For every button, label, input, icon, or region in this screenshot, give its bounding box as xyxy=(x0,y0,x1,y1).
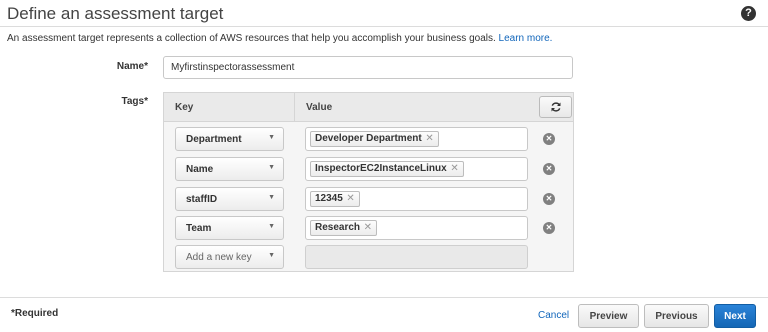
value-input-team[interactable]: Research ✕ xyxy=(305,216,528,240)
description: An assessment target represents a collec… xyxy=(7,33,552,44)
value-tag-label: Developer Department xyxy=(315,133,422,144)
remove-circle-icon[interactable]: ✕ xyxy=(543,163,555,175)
value-tag-label: InspectorEC2InstanceLinux xyxy=(315,163,447,174)
value-tag-chip: Developer Department ✕ xyxy=(310,131,439,147)
tags-table-header: Key Value xyxy=(164,93,573,122)
key-select-label: Name xyxy=(186,164,214,175)
key-select-name[interactable]: Name ▼ xyxy=(175,157,284,181)
remove-circle-icon[interactable]: ✕ xyxy=(543,133,555,145)
required-note: *Required xyxy=(11,308,59,319)
learn-more-link[interactable]: Learn more. xyxy=(499,33,553,44)
caret-down-icon: ▼ xyxy=(268,194,275,201)
caret-down-icon: ▼ xyxy=(268,134,275,141)
caret-down-icon: ▼ xyxy=(268,252,275,259)
refresh-icon xyxy=(551,102,560,112)
value-column-header: Value xyxy=(306,102,333,113)
value-tag-label: 12345 xyxy=(315,193,343,204)
caret-down-icon: ▼ xyxy=(268,223,275,230)
x-icon[interactable]: ✕ xyxy=(346,192,354,206)
help-icon[interactable]: ? xyxy=(741,6,756,21)
remove-circle-icon[interactable]: ✕ xyxy=(543,193,555,205)
new-value-input xyxy=(305,245,528,269)
cancel-link[interactable]: Cancel xyxy=(538,310,569,321)
value-tag-chip: InspectorEC2InstanceLinux ✕ xyxy=(310,161,464,177)
remove-circle-icon[interactable]: ✕ xyxy=(543,222,555,234)
value-input-department[interactable]: Developer Department ✕ xyxy=(305,127,528,151)
refresh-button[interactable] xyxy=(539,96,572,118)
key-select-label: Department xyxy=(186,134,242,145)
key-select-label: Team xyxy=(186,223,212,234)
next-button[interactable]: Next xyxy=(714,304,756,328)
name-label: Name* xyxy=(116,61,148,72)
value-tag-chip: 12345 ✕ xyxy=(310,191,360,207)
previous-button[interactable]: Previous xyxy=(644,304,709,328)
value-tag-chip: Research ✕ xyxy=(310,220,378,236)
footer-divider xyxy=(0,297,768,298)
x-icon[interactable]: ✕ xyxy=(425,132,433,146)
value-tag-label: Research xyxy=(315,222,361,233)
description-text: An assessment target represents a collec… xyxy=(7,33,496,44)
page-header: Define an assessment target ? xyxy=(0,0,768,27)
name-input[interactable] xyxy=(163,56,573,79)
add-new-key-label: Add a new key xyxy=(186,252,252,263)
value-input-name[interactable]: InspectorEC2InstanceLinux ✕ xyxy=(305,157,528,181)
key-select-department[interactable]: Department ▼ xyxy=(175,127,284,151)
tags-table: Key Value Department ▼ Developer Departm… xyxy=(163,92,574,272)
key-select-label: staffID xyxy=(186,194,218,205)
preview-button[interactable]: Preview xyxy=(578,304,639,328)
key-select-team[interactable]: Team ▼ xyxy=(175,216,284,240)
caret-down-icon: ▼ xyxy=(268,164,275,171)
column-divider xyxy=(294,93,295,122)
x-icon[interactable]: ✕ xyxy=(364,221,372,235)
key-column-header: Key xyxy=(175,102,194,113)
page-title: Define an assessment target xyxy=(7,4,224,23)
x-icon[interactable]: ✕ xyxy=(450,162,458,176)
key-select-staffid[interactable]: staffID ▼ xyxy=(175,187,284,211)
value-input-staffid[interactable]: 12345 ✕ xyxy=(305,187,528,211)
add-new-key-select[interactable]: Add a new key ▼ xyxy=(175,245,284,269)
tags-label: Tags* xyxy=(121,96,149,107)
